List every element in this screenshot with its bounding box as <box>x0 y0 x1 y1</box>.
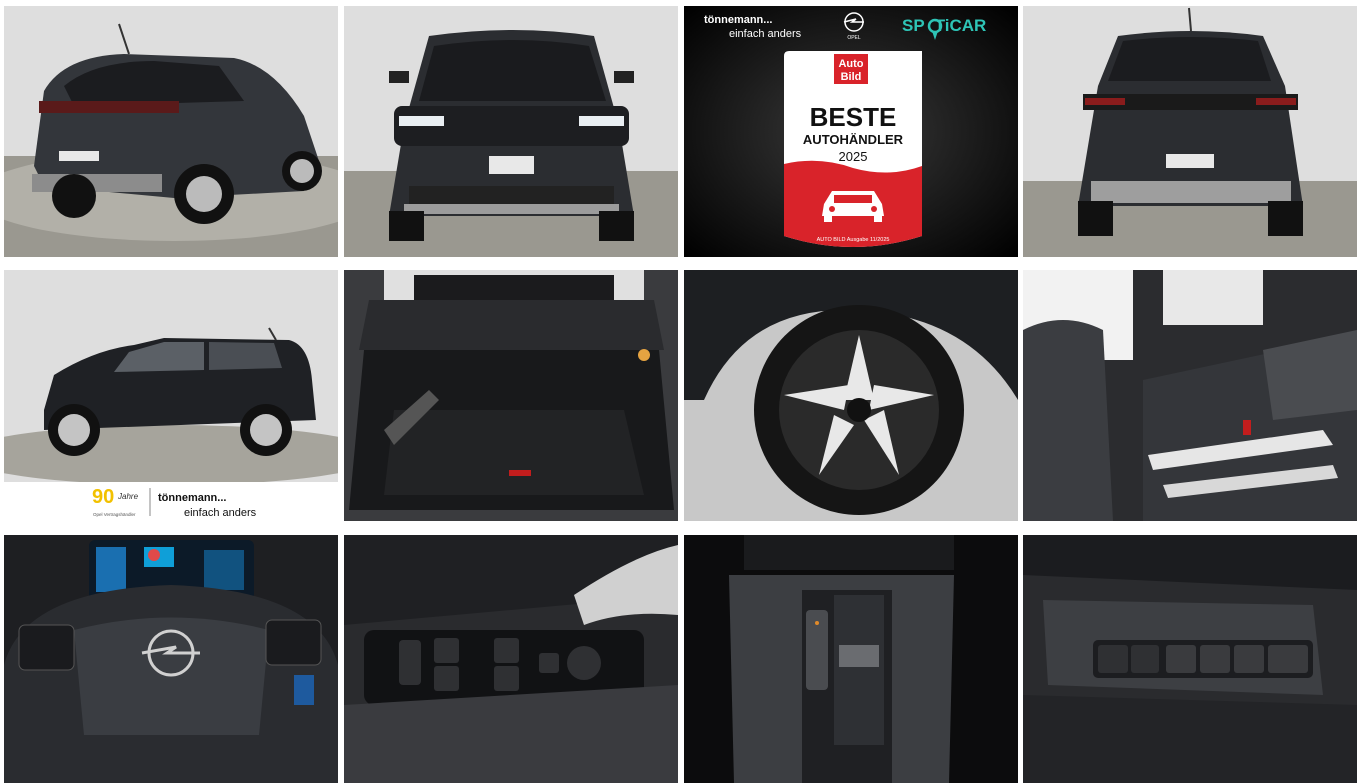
spoticar-logo: SP TiCAR <box>902 16 986 35</box>
award-beste: BESTE <box>810 102 897 132</box>
photo-steering-wheel[interactable] <box>4 535 338 783</box>
wheel-image <box>684 270 1018 521</box>
rear-seats-image <box>1023 270 1357 521</box>
center-console-image <box>684 535 1018 783</box>
rear-three-quarter-image <box>4 6 338 257</box>
autobild-line2: Bild <box>841 71 862 83</box>
jubilee-number: 90 <box>92 486 114 508</box>
front-image <box>344 6 678 257</box>
opel-label: OPEL <box>847 35 861 41</box>
autobild-line1: Auto <box>838 58 863 70</box>
photo-rear[interactable] <box>1023 6 1357 257</box>
side-dealer-name: tönnemann... <box>158 492 226 504</box>
photo-center-console[interactable] <box>684 535 1018 783</box>
award-autohaendler: AUTOHÄNDLER <box>803 132 904 147</box>
award-dealer-slogan: einfach anders <box>729 28 802 40</box>
photo-rear-three-quarter[interactable] <box>4 6 338 257</box>
photo-gallery: tönnemann... einfach anders OPEL SP TiCAR… <box>0 0 1365 783</box>
side-image: 90 Jahre Opel Vertragshändler tönnemann.… <box>4 270 338 521</box>
photo-side[interactable]: 90 Jahre Opel Vertragshändler tönnemann.… <box>4 270 338 521</box>
side-dealer-slogan: einfach anders <box>184 507 257 519</box>
award-year: 2025 <box>839 149 868 164</box>
rear-image <box>1023 6 1357 257</box>
photo-trunk[interactable] <box>344 270 678 521</box>
jubilee-word: Jahre <box>117 492 139 501</box>
photo-rear-seats[interactable] <box>1023 270 1357 521</box>
photo-wheel[interactable] <box>684 270 1018 521</box>
photo-dashboard-buttons[interactable] <box>1023 535 1357 783</box>
award-banner-image: tönnemann... einfach anders OPEL SP TiCAR… <box>684 6 1018 257</box>
photo-front[interactable] <box>344 6 678 257</box>
steering-wheel-image <box>4 535 338 783</box>
award-source: AUTO BILD Ausgabe 11/2025 <box>817 237 890 243</box>
partner-text: Opel Vertragshändler <box>93 512 136 517</box>
photo-door-switches[interactable] <box>344 535 678 783</box>
trunk-image <box>344 270 678 521</box>
award-dealer-name: tönnemann... <box>704 14 772 26</box>
dashboard-buttons-image <box>1023 535 1357 783</box>
door-switches-image <box>344 535 678 783</box>
photo-award-banner[interactable]: tönnemann... einfach anders OPEL SP TiCAR… <box>684 6 1018 257</box>
